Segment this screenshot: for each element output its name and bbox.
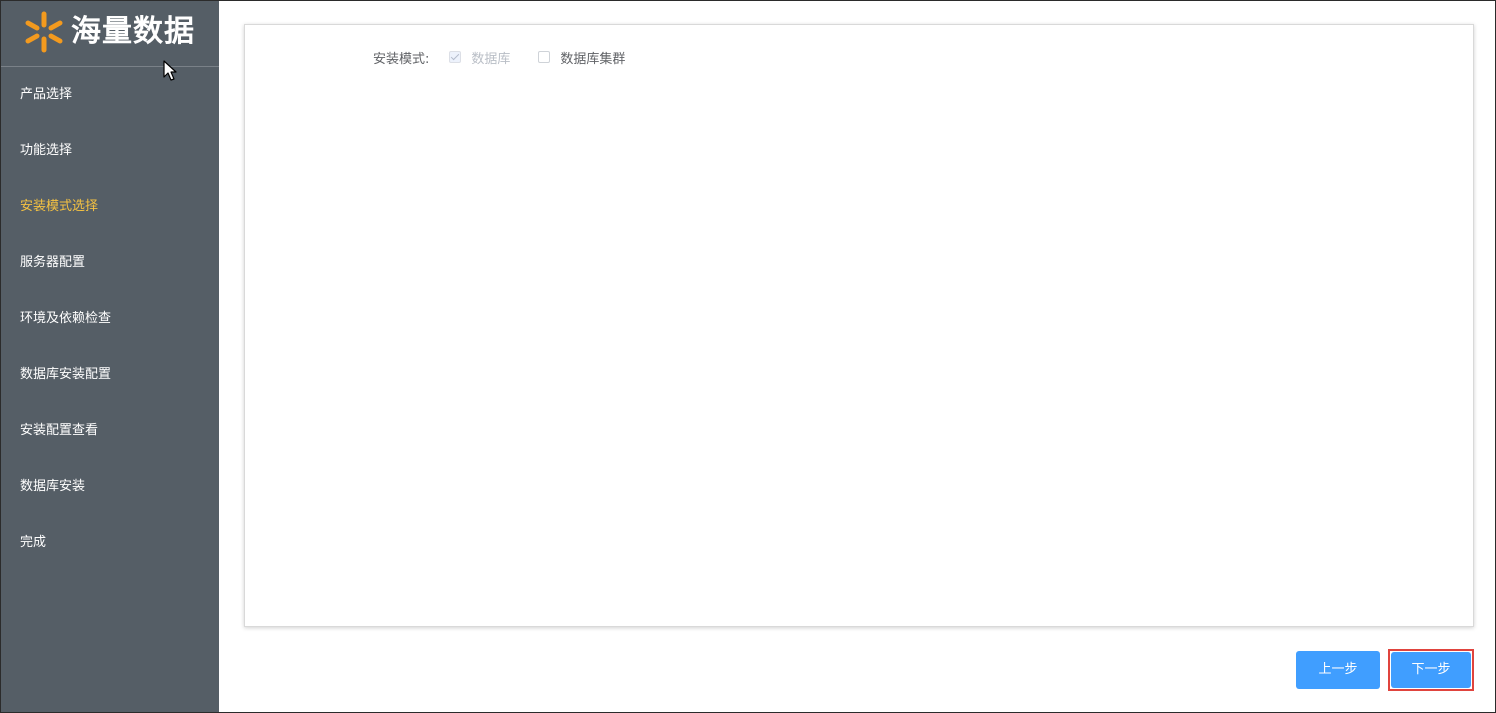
option-database: 数据库 bbox=[449, 48, 510, 67]
next-step-button[interactable]: 下一步 bbox=[1391, 652, 1471, 688]
sidebar-item-server-config[interactable]: 服务器配置 bbox=[1, 235, 219, 291]
database-cluster-checkbox[interactable] bbox=[538, 51, 551, 63]
brand-name: 海量数据 bbox=[71, 14, 195, 49]
sidebar-item-env-check[interactable]: 环境及依赖检查 bbox=[1, 291, 219, 347]
sidebar-item-db-install-config[interactable]: 数据库安装配置 bbox=[1, 347, 219, 403]
sidebar-item-product-select[interactable]: 产品选择 bbox=[1, 67, 219, 123]
sidebar: 海量数据 产品选择 功能选择 安装模式选择 服务器配置 环境及依赖检查 数据库安… bbox=[1, 1, 219, 712]
database-option-label: 数据库 bbox=[471, 51, 511, 67]
sidebar-item-feature-select[interactable]: 功能选择 bbox=[1, 123, 219, 179]
brand-logo: 海量数据 bbox=[1, 1, 219, 67]
sidebar-item-db-install[interactable]: 数据库安装 bbox=[1, 459, 219, 515]
vastdata-logo-icon bbox=[25, 11, 63, 53]
option-database-cluster[interactable]: 数据库集群 bbox=[538, 48, 625, 67]
sidebar-item-finish[interactable]: 完成 bbox=[1, 515, 219, 571]
database-cluster-option-label[interactable]: 数据库集群 bbox=[560, 48, 625, 67]
mouse-cursor-icon bbox=[163, 60, 177, 81]
step-nav: 产品选择 功能选择 安装模式选择 服务器配置 环境及依赖检查 数据库安装配置 安… bbox=[1, 67, 219, 571]
install-mode-panel: 安装模式: 数据库 数据库集群 bbox=[244, 24, 1474, 627]
install-mode-label: 安装模式: bbox=[373, 51, 430, 67]
sidebar-item-install-mode[interactable]: 安装模式选择 bbox=[1, 179, 219, 235]
install-mode-row: 安装模式: 数据库 数据库集群 bbox=[373, 47, 653, 67]
database-checkbox bbox=[449, 51, 462, 63]
sidebar-item-config-review[interactable]: 安装配置查看 bbox=[1, 403, 219, 459]
installer-window: 海量数据 产品选择 功能选择 安装模式选择 服务器配置 环境及依赖检查 数据库安… bbox=[0, 0, 1496, 713]
previous-step-button[interactable]: 上一步 bbox=[1296, 651, 1380, 689]
